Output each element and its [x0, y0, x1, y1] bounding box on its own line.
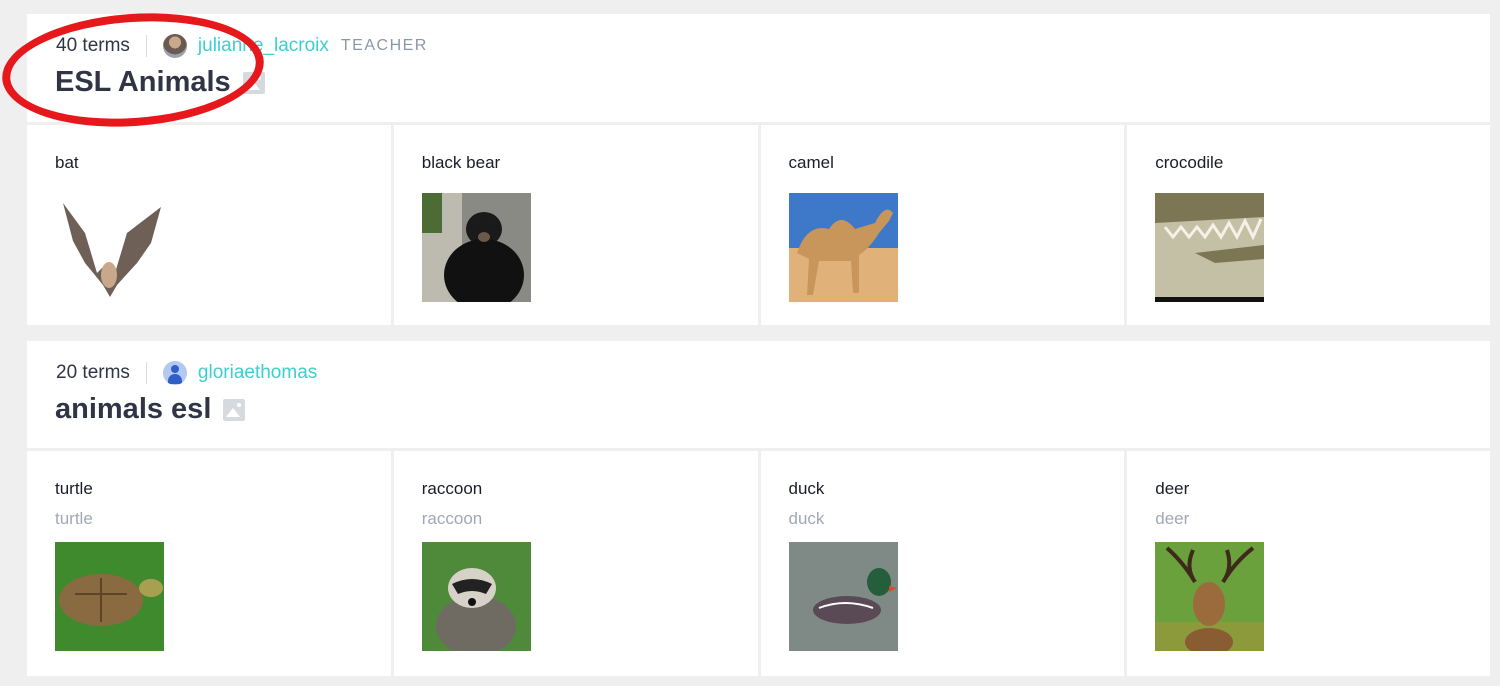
- term-card: duck duck: [760, 451, 1125, 676]
- term-card: camel: [760, 125, 1125, 325]
- image-icon: [223, 398, 246, 421]
- term-definition: deer: [1155, 509, 1190, 528]
- term-card: raccoon raccoon: [393, 451, 758, 676]
- term-count: 20 terms: [56, 362, 130, 383]
- term-word: bat: [55, 153, 79, 172]
- term-card: crocodile: [1127, 125, 1490, 325]
- duck-image: [788, 542, 898, 651]
- term-card: bat: [27, 125, 391, 325]
- bat-image: [55, 193, 164, 302]
- role-badge: TEACHER: [340, 37, 428, 54]
- term-word: black bear: [421, 153, 501, 172]
- set-header: 20 terms gloriaethomas animals esl: [27, 341, 1490, 448]
- terms-preview: turtle turtle raccoon raccoon duck duck: [27, 451, 1490, 676]
- term-word: crocodile: [1155, 153, 1224, 172]
- term-word: deer: [1155, 479, 1190, 498]
- term-word: raccoon: [421, 479, 483, 498]
- term-card: deer deer: [1127, 451, 1490, 676]
- raccoon-image: [421, 542, 531, 651]
- deer-image: [1155, 542, 1265, 651]
- set-meta: 20 terms gloriaethomas: [56, 361, 317, 385]
- divider: [145, 362, 147, 384]
- term-word: turtle: [55, 479, 93, 498]
- camel-image: [788, 193, 898, 302]
- term-definition: duck: [788, 509, 825, 528]
- term-card: turtle turtle: [27, 451, 391, 676]
- crocodile-image: [1155, 193, 1265, 302]
- term-word: duck: [788, 479, 825, 498]
- term-definition: turtle: [55, 509, 93, 528]
- term-card: black bear: [393, 125, 758, 325]
- username-link[interactable]: gloriaethomas: [198, 362, 317, 384]
- study-set-card[interactable]: 20 terms gloriaethomas animals esl turtl…: [27, 341, 1490, 676]
- set-title[interactable]: animals esl: [55, 393, 246, 426]
- set-title-text[interactable]: animals esl: [55, 393, 211, 426]
- terms-preview: bat black bear camel crocodile: [27, 125, 1490, 325]
- term-definition: raccoon: [421, 509, 483, 528]
- term-word: camel: [788, 153, 834, 172]
- black-bear-image: [421, 193, 531, 302]
- user-icon[interactable]: [162, 361, 187, 385]
- turtle-image: [55, 542, 164, 651]
